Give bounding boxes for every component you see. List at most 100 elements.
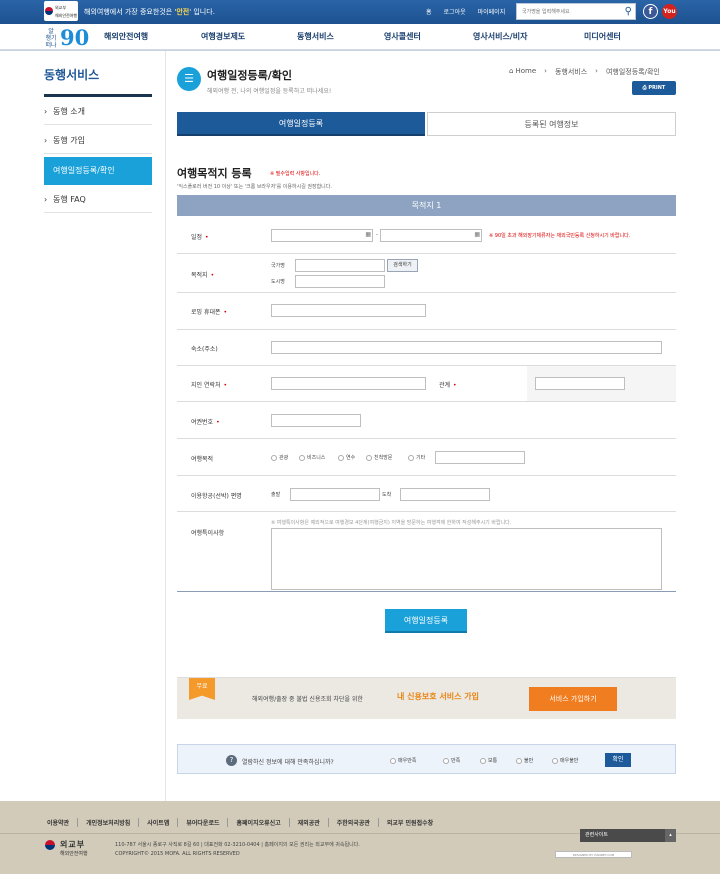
survey-radio-very-unsatisfied[interactable]: 매우불만 bbox=[552, 757, 578, 764]
footer-link-sitemap[interactable]: 사이트맵 bbox=[147, 818, 179, 827]
nav-companion-service[interactable]: 동행서비스 bbox=[297, 31, 334, 42]
arrive-label: 도착 bbox=[382, 492, 392, 498]
purpose-radio-other[interactable]: 기타 bbox=[408, 454, 425, 461]
browser-note: '익스플로러 버전 10 이상' 또는 '크롬 브라우저'를 이용하시길 권장합… bbox=[177, 184, 332, 190]
nav-divider bbox=[0, 50, 720, 51]
roaming-label: 로밍 휴대폰 • bbox=[191, 309, 228, 316]
footer-link-missions[interactable]: 재외공관 bbox=[298, 818, 329, 827]
relation-label: 관계 • bbox=[439, 382, 457, 389]
contact-input[interactable] bbox=[271, 377, 426, 390]
relation-input[interactable] bbox=[535, 377, 625, 390]
sidebar-item-label: 동행 FAQ bbox=[53, 195, 86, 204]
form-title: 여행목적지 등록 bbox=[177, 167, 252, 180]
breadcrumb-companion[interactable]: 동행서비스 bbox=[555, 67, 587, 77]
purpose-radio-business[interactable]: 비즈니스 bbox=[299, 454, 325, 461]
tagline-pre: 해외여행에서 가장 중요한것은 ' bbox=[84, 8, 177, 16]
footer-link-viewer[interactable]: 뷰어다운로드 bbox=[186, 818, 229, 827]
related-sites-label: 관련사이트 bbox=[585, 832, 609, 838]
schedule-end-input[interactable]: ▦ bbox=[380, 229, 482, 242]
survey-question: 열람하신 정보에 대해 만족하십니까? bbox=[242, 759, 334, 766]
brand-90-logo[interactable]: 알 챙기 떠나 90 bbox=[42, 24, 89, 52]
mofa-logo[interactable]: 외교부해외안전여행 bbox=[44, 1, 78, 21]
row-flight: 이용항공(선박) 편명 출발 도착 bbox=[177, 476, 676, 512]
footer-link-foreign-missions[interactable]: 주한외국공관 bbox=[337, 818, 379, 827]
page-subtitle: 해외여행 전, 나의 여행일정을 등록하고 떠나세요! bbox=[207, 88, 332, 95]
calendar-icon[interactable]: ▦ bbox=[365, 231, 371, 238]
search-input[interactable] bbox=[517, 4, 617, 19]
link-logout[interactable]: 로그아웃 bbox=[444, 7, 466, 16]
purpose-label: 여행목적 bbox=[191, 456, 214, 463]
tagline-post: ' 입니다. bbox=[189, 8, 215, 16]
satisfaction-survey: ? 열람하신 정보에 대해 만족하십니까? 매우만족 만족 보통 불만 매우불만… bbox=[177, 744, 676, 774]
chevron-right-icon: › bbox=[44, 195, 48, 204]
footer-link-terms[interactable]: 이용약관 bbox=[47, 818, 79, 827]
sidebar-item-join[interactable]: › 동행 가입 bbox=[44, 127, 152, 154]
row-notes: 여행특이사항 ※ 여행특이사항은 예외적으로 여행경보 4단계(여행금지) 지역… bbox=[177, 512, 676, 592]
link-mypage[interactable]: 마이페이지 bbox=[478, 7, 506, 16]
link-home[interactable]: 홈 bbox=[426, 7, 432, 16]
purpose-radio-family[interactable]: 친척방문 bbox=[366, 454, 392, 461]
credit-protection-banner: 무료 해외여행/출장 중 불법 신용조회 차단을 위한 내 신용보호 서비스 가… bbox=[177, 677, 676, 719]
row-contact: 지인 연락처 • 관계 • bbox=[177, 366, 676, 402]
nav-travel-alert[interactable]: 여행경보제도 bbox=[201, 31, 245, 42]
purpose-radio-training[interactable]: 연수 bbox=[338, 454, 355, 461]
home-icon: ⌂ bbox=[509, 67, 514, 75]
sidebar-item-intro[interactable]: › 동행 소개 bbox=[44, 98, 152, 125]
sidebar-item-faq[interactable]: › 동행 FAQ bbox=[44, 186, 152, 213]
sidebar-rule bbox=[44, 94, 152, 97]
question-icon: ? bbox=[226, 755, 237, 766]
related-sites-select[interactable]: 관련사이트 ▴ bbox=[580, 829, 676, 842]
survey-radio-satisfied[interactable]: 만족 bbox=[443, 757, 460, 764]
register-submit-button[interactable]: 여행일정등록 bbox=[385, 609, 467, 633]
notes-textarea[interactable] bbox=[271, 528, 662, 590]
nav-consular-visa[interactable]: 영사서비스/비자 bbox=[473, 31, 527, 42]
logo-sub: 해외안전여행 bbox=[54, 13, 78, 18]
nav-overseas-safety[interactable]: 해외안전여행 bbox=[104, 31, 148, 42]
footer-link-error-report[interactable]: 홈페이지오류신고 bbox=[236, 818, 290, 827]
print-button[interactable]: ⎙ PRINT bbox=[632, 81, 676, 95]
taegeuk-icon bbox=[44, 7, 53, 15]
facebook-icon[interactable]: f bbox=[643, 4, 658, 19]
passport-input[interactable] bbox=[271, 414, 361, 427]
survey-radio-neutral[interactable]: 보통 bbox=[480, 757, 497, 764]
footer-copyright: COPYRIGHT© 2015 MOFA. ALL RIGHTS RESERVE… bbox=[115, 851, 240, 857]
survey-radio-unsatisfied[interactable]: 불만 bbox=[516, 757, 533, 764]
logo-label: 외교부 bbox=[54, 5, 66, 10]
city-input[interactable] bbox=[295, 275, 385, 288]
city-label: 도시명 bbox=[271, 279, 285, 285]
flight-label: 이용항공(선박) 편명 bbox=[191, 493, 242, 500]
depart-flight-input[interactable] bbox=[290, 488, 380, 501]
country-input[interactable] bbox=[295, 259, 385, 272]
notes-hint: ※ 여행특이사항은 예외적으로 여행경보 4단계(여행금지) 지역을 방문하는 … bbox=[271, 520, 512, 526]
tab-registered-info[interactable]: 등록된 여행정보 bbox=[427, 112, 676, 136]
footer-link-privacy[interactable]: 개인정보처리방침 bbox=[86, 818, 140, 827]
tab-register[interactable]: 여행일정등록 bbox=[177, 112, 425, 136]
purpose-other-input[interactable] bbox=[435, 451, 525, 464]
row-roaming: 로밍 휴대폰 • bbox=[177, 293, 676, 330]
lodging-address-input[interactable] bbox=[271, 341, 662, 354]
destination-label: 목적지 • bbox=[191, 272, 215, 279]
schedule-sep: - bbox=[376, 232, 378, 238]
search-icon[interactable]: ⚲ bbox=[625, 6, 632, 17]
purpose-radio-tourism[interactable]: 관광 bbox=[271, 454, 288, 461]
sidebar-item-schedule[interactable]: 여행일정등록/확인 bbox=[44, 157, 152, 185]
country-search-button[interactable]: 검색하기 bbox=[387, 259, 418, 272]
nav-media-center[interactable]: 미디어센터 bbox=[584, 31, 621, 42]
contact-label: 지인 연락처 • bbox=[191, 382, 228, 389]
roaming-phone-input[interactable] bbox=[271, 304, 426, 317]
survey-radio-very-satisfied[interactable]: 매우만족 bbox=[390, 757, 416, 764]
notes-label: 여행특이사항 bbox=[191, 530, 225, 537]
service-join-button[interactable]: 서비스 가입하기 bbox=[529, 687, 617, 711]
breadcrumb-home[interactable]: ⌂ Home bbox=[509, 67, 536, 77]
nav-call-center[interactable]: 영사콜센터 bbox=[384, 31, 421, 42]
survey-confirm-button[interactable]: 확인 bbox=[605, 753, 631, 767]
footer-org-sub: 해외안전여행 bbox=[60, 851, 88, 857]
brand-number: 90 bbox=[60, 25, 90, 50]
country-label: 국가명 bbox=[271, 263, 285, 269]
footer-link-petition[interactable]: 외교부 민원접수창 bbox=[387, 818, 441, 827]
calendar-icon[interactable]: ▦ bbox=[474, 231, 480, 238]
destination-header: 목적지 1 bbox=[177, 195, 676, 216]
arrive-flight-input[interactable] bbox=[400, 488, 490, 501]
youtube-icon[interactable]: You bbox=[662, 4, 677, 19]
schedule-start-input[interactable]: ▦ bbox=[271, 229, 373, 242]
